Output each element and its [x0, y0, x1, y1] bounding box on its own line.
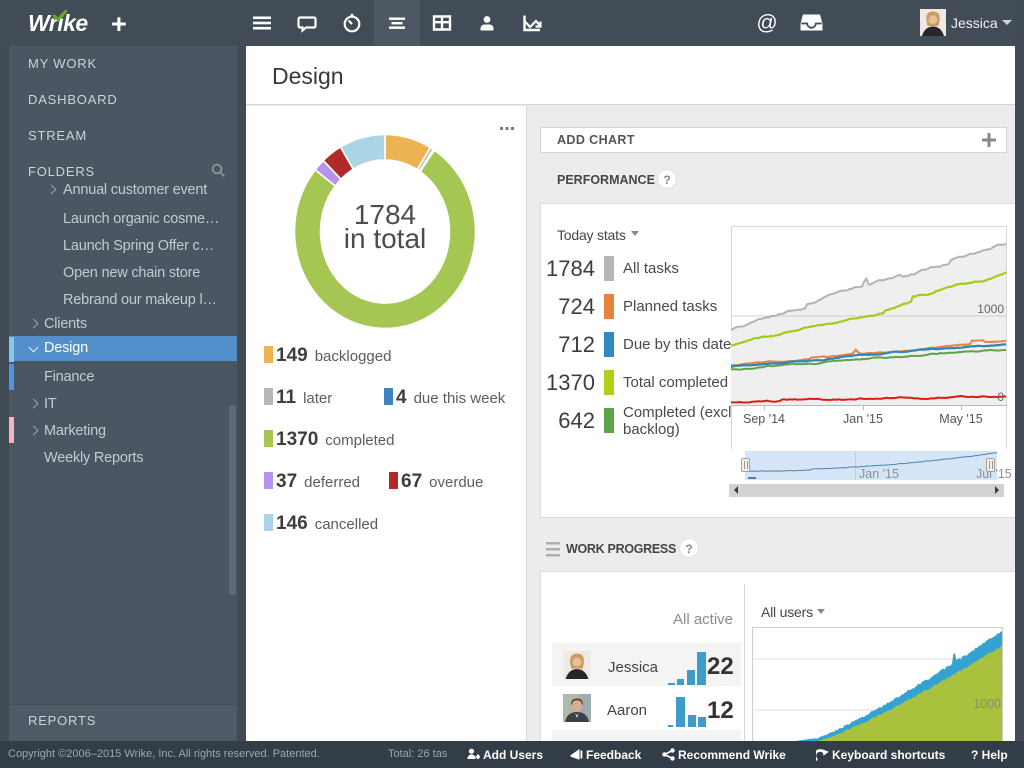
- svg-text:@: @: [756, 12, 777, 35]
